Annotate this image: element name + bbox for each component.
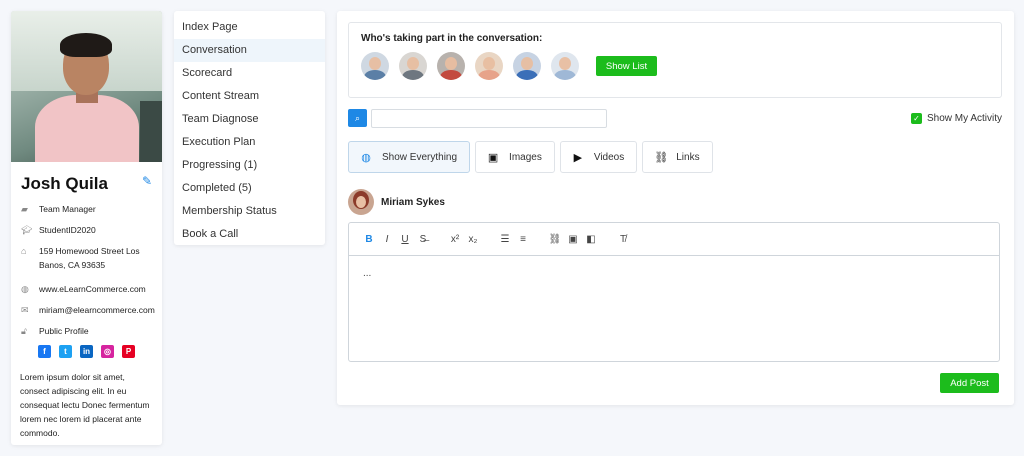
link-icon[interactable]: ⛓ — [546, 234, 564, 245]
menu-item-membership-status[interactable]: Membership Status — [174, 200, 325, 223]
show-my-activity-label: Show My Activity — [926, 113, 1002, 124]
add-post-button[interactable]: Add Post — [940, 373, 999, 393]
avatar[interactable] — [437, 52, 465, 80]
edit-pencil-icon[interactable]: ✎ — [142, 174, 154, 188]
avatar[interactable] — [361, 52, 389, 80]
avatar[interactable] — [475, 52, 503, 80]
social-links: f t in ◎ P — [11, 345, 162, 358]
facebook-icon[interactable]: f — [38, 345, 51, 358]
envelope-icon: ✉ — [21, 305, 29, 315]
profile-visibility: 🔓︎ Public Profile — [21, 326, 89, 336]
menu-item-completed[interactable]: Completed (5) — [174, 177, 325, 200]
profile-email[interactable]: ✉ miriam@elearncommerce.com — [21, 303, 155, 317]
show-list-button[interactable]: Show List — [596, 56, 657, 76]
folder-icon: ▰ — [21, 204, 28, 214]
underline-icon[interactable]: U — [396, 234, 414, 245]
search-input[interactable] — [371, 109, 607, 128]
menu-item-book-a-call[interactable]: Book a Call — [174, 223, 325, 246]
subscript-icon[interactable]: x₂ — [464, 234, 482, 245]
avatar[interactable] — [399, 52, 427, 80]
globe-icon: ◍ — [21, 284, 29, 294]
menu-item-execution-plan[interactable]: Execution Plan — [174, 131, 325, 154]
profile-bio: Lorem ipsum dolor sit amet, consect adip… — [20, 372, 150, 438]
ordered-list-icon[interactable]: ☰ — [496, 234, 514, 245]
menu-item-team-diagnose[interactable]: Team Diagnose — [174, 108, 325, 131]
participants-box: Who's taking part in the conversation: S… — [348, 22, 1002, 98]
conversation-panel: Who's taking part in the conversation: S… — [337, 11, 1014, 405]
filter-links-button[interactable]: ⛓ Links — [642, 141, 713, 173]
clear-formatting-icon[interactable]: T̸ — [614, 234, 632, 245]
editor-content[interactable]: ... — [349, 256, 999, 291]
profile-website[interactable]: ◍ www.eLearnCommerce.com — [21, 282, 152, 296]
avatar[interactable] — [513, 52, 541, 80]
video-file-icon: ▶ — [573, 151, 583, 164]
graduation-cap-icon: 🎓︎ — [21, 225, 33, 235]
video-icon[interactable]: ◧ — [582, 234, 600, 245]
profile-role: ▰ Team Manager — [21, 204, 96, 214]
filter-videos-button[interactable]: ▶ Videos — [559, 141, 638, 173]
avatar[interactable] — [551, 52, 579, 80]
filter-show-everything-button[interactable]: ◍ Show Everything — [348, 141, 471, 173]
bullet-list-icon[interactable]: ≡ — [514, 234, 532, 245]
instagram-icon[interactable]: ◎ — [101, 345, 114, 358]
strikethrough-icon[interactable]: S̶ — [414, 234, 432, 245]
profile-photo — [11, 11, 162, 162]
menu-item-scorecard[interactable]: Scorecard — [174, 62, 325, 85]
side-menu: Index Page Conversation Scorecard Conten… — [174, 11, 325, 245]
post-editor[interactable]: B I U S̶ x² x₂ ☰ ≡ ⛓ ▣ ◧ T̸ ... — [348, 222, 1000, 362]
menu-item-conversation[interactable]: Conversation — [174, 39, 325, 62]
post-author-name: Miriam Sykes — [381, 196, 445, 208]
globe-icon: ◍ — [361, 151, 371, 164]
editor-toolbar: B I U S̶ x² x₂ ☰ ≡ ⛓ ▣ ◧ T̸ — [349, 223, 999, 256]
menu-item-progressing[interactable]: Progressing (1) — [174, 154, 325, 177]
filter-images-button[interactable]: ▣ Images — [475, 141, 555, 173]
profile-address: ⌂ 159 Homewood Street Los Banos, CA 93635 — [21, 246, 140, 270]
avatar — [348, 189, 374, 215]
pinterest-icon[interactable]: P — [122, 345, 135, 358]
profile-card: Josh Quila ✎ ▰ Team Manager 🎓︎ StudentID20… — [11, 11, 162, 445]
linkedin-icon[interactable]: in — [80, 345, 93, 358]
show-my-activity-toggle[interactable]: ✓ Show My Activity — [910, 113, 1002, 124]
filter-tabs: ◍ Show Everything ▣ Images ▶ Videos ⛓ Li… — [348, 141, 713, 173]
home-icon: ⌂ — [21, 246, 27, 256]
twitter-icon[interactable]: t — [59, 345, 72, 358]
unlock-icon: 🔓︎ — [21, 326, 27, 336]
profile-student-id: 🎓︎ StudentID2020 — [21, 225, 96, 235]
checkbox-checked-icon[interactable]: ✓ — [910, 113, 922, 124]
participants-title: Who's taking part in the conversation: — [361, 33, 543, 44]
image-file-icon: ▣ — [487, 151, 499, 164]
superscript-icon[interactable]: x² — [446, 234, 464, 245]
bold-icon[interactable]: B — [360, 234, 378, 245]
menu-item-index-page[interactable]: Index Page — [174, 16, 325, 39]
search-icon[interactable]: ⌕ — [348, 109, 367, 127]
menu-item-content-stream[interactable]: Content Stream — [174, 85, 325, 108]
post-author: Miriam Sykes — [348, 189, 445, 215]
image-icon[interactable]: ▣ — [564, 234, 582, 245]
profile-name: Josh Quila — [21, 174, 108, 193]
participant-avatars — [361, 52, 579, 80]
link-icon: ⛓ — [654, 151, 669, 164]
italic-icon[interactable]: I — [378, 234, 396, 245]
